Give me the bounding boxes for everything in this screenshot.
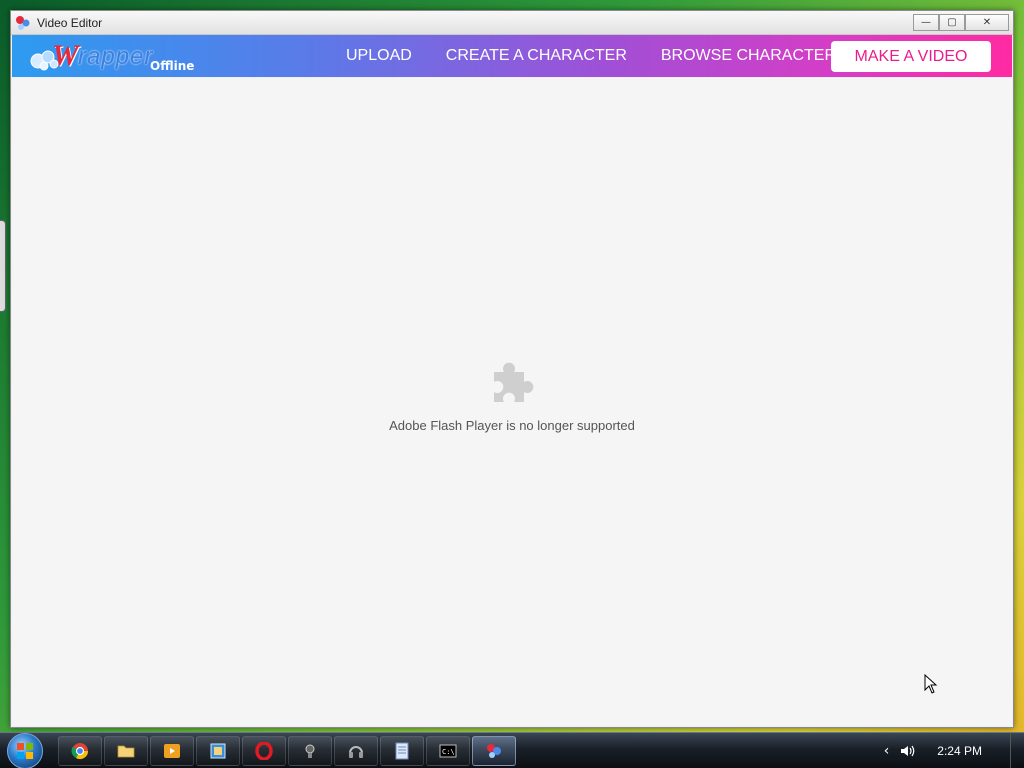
- wrapper-app-icon: [487, 744, 501, 758]
- flash-unsupported-message: Adobe Flash Player is no longer supporte…: [389, 418, 635, 433]
- taskbar: C:\ ‹ 2:24 PM: [0, 732, 1024, 768]
- taskbar-document[interactable]: [380, 736, 424, 766]
- taskbar-photos[interactable]: [196, 736, 240, 766]
- taskbar-media-player[interactable]: [150, 736, 194, 766]
- taskbar-wrapper-offline[interactable]: [472, 736, 516, 766]
- taskbar-command-prompt[interactable]: C:\: [426, 736, 470, 766]
- wrapper-offline-logo[interactable]: W rapper Offline: [30, 39, 210, 73]
- mouse-cursor-icon: [924, 674, 938, 694]
- volume-icon[interactable]: [899, 743, 915, 759]
- window-controls: — ▢ ✕: [913, 13, 1009, 32]
- folder-icon: [117, 745, 135, 758]
- opera-icon: [255, 742, 273, 760]
- photo-icon: [210, 743, 226, 759]
- tray-expand-icon[interactable]: ‹: [884, 743, 890, 759]
- logo-letter-w: W: [52, 39, 79, 72]
- video-editor-window: Video Editor — ▢ ✕ W rapper Offline UPLO…: [10, 10, 1014, 728]
- logo-wordmark: rapper: [78, 43, 154, 70]
- system-tray: ‹ 2:24 PM: [884, 733, 1024, 768]
- top-navigation: W rapper Offline UPLOAD CREATE A CHARACT…: [12, 35, 1012, 77]
- start-button[interactable]: [4, 733, 46, 768]
- command-prompt-icon: C:\: [439, 744, 457, 758]
- title-bar[interactable]: Video Editor — ▢ ✕: [11, 11, 1013, 35]
- headset-icon: [349, 746, 363, 758]
- taskbar-explorer[interactable]: [104, 736, 148, 766]
- taskbar-opera[interactable]: [242, 736, 286, 766]
- camera-icon: [305, 744, 315, 758]
- nav-browse-characters[interactable]: BROWSE CHARACTERS: [661, 47, 847, 65]
- media-player-icon: [164, 744, 180, 758]
- minimize-button[interactable]: —: [913, 13, 939, 31]
- svg-text:C:\: C:\: [442, 748, 455, 756]
- taskbar-clock[interactable]: 2:24 PM: [937, 744, 982, 758]
- document-icon: [395, 742, 409, 760]
- taskbar-chrome[interactable]: [58, 736, 102, 766]
- close-button[interactable]: ✕: [965, 13, 1009, 31]
- windows-logo-icon: [7, 733, 43, 768]
- desktop-gadget-edge[interactable]: [0, 220, 6, 312]
- chrome-icon: [71, 743, 89, 760]
- nav-links: UPLOAD CREATE A CHARACTER BROWSE CHARACT…: [346, 35, 881, 77]
- taskbar-camera[interactable]: [288, 736, 332, 766]
- taskbar-items: C:\: [58, 736, 518, 766]
- maximize-button[interactable]: ▢: [939, 13, 965, 31]
- nav-create-character[interactable]: CREATE A CHARACTER: [446, 47, 627, 65]
- make-video-button[interactable]: MAKE A VIDEO: [831, 41, 991, 72]
- logo-offline-tag: Offline: [150, 59, 195, 73]
- nav-upload[interactable]: UPLOAD: [346, 47, 412, 65]
- taskbar-headset[interactable]: [334, 736, 378, 766]
- wrapper-app-icon: [15, 15, 31, 31]
- window-title: Video Editor: [37, 15, 103, 30]
- puzzle-piece-icon: [494, 362, 534, 402]
- flash-content-area: Adobe Flash Player is no longer supporte…: [12, 78, 1012, 726]
- show-desktop-button[interactable]: [1010, 733, 1024, 768]
